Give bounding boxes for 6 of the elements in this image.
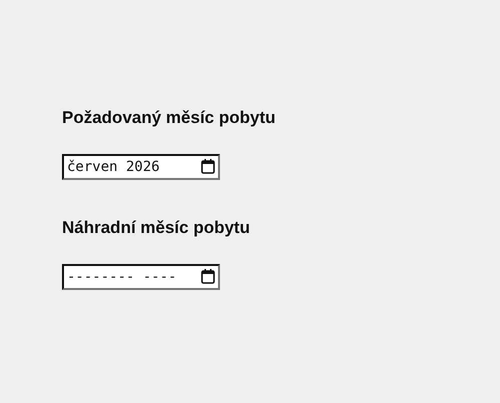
month-field[interactable]: červen 2026 bbox=[62, 154, 220, 180]
field-label: Požadovaný měsíc pobytu bbox=[62, 108, 276, 128]
month-field[interactable]: -------- ---- bbox=[62, 264, 220, 290]
field-label: Náhradní měsíc pobytu bbox=[62, 218, 250, 238]
calendar-icon[interactable] bbox=[201, 159, 215, 174]
calendar-icon[interactable] bbox=[201, 269, 215, 284]
